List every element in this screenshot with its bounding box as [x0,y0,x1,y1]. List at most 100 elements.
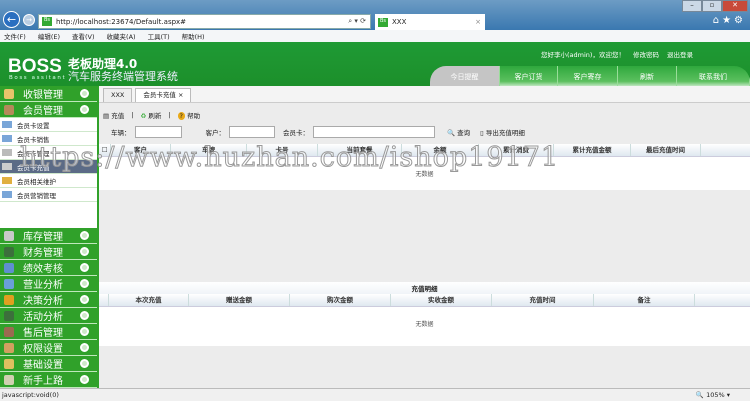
menu-help[interactable]: 帮助(H) [182,31,205,41]
sidebar-item-card-settings[interactable]: 会员卡设置 [0,118,97,132]
zoom-level: 105% [706,391,725,399]
sidebar-group[interactable]: 财务管理 [0,244,97,260]
status-text: javascript:void(0) [2,391,59,399]
tab-close-button[interactable]: × [475,18,481,26]
nav-tab-contact[interactable]: 联系我们 [677,66,750,88]
status-bar: javascript:void(0) 🔍 105% ▾ [0,388,750,401]
select-all-checkbox[interactable]: ☐ [99,144,111,156]
item-label: 会员卡管理 [17,149,50,158]
column-header[interactable]: 余额 [402,144,479,156]
expand-icon [80,375,89,384]
column-header[interactable]: 购次金额 [290,294,391,306]
nav-tab-today[interactable]: 今日提醒 [430,66,500,88]
close-button[interactable]: ✕ [722,0,748,12]
column-header[interactable]: 备注 [594,294,695,306]
sidebar-group[interactable]: 权限设置 [0,340,97,356]
recharge-button[interactable]: ▤ 充值 [103,110,124,120]
sidebar-group-member[interactable]: 会员管理 [0,102,97,118]
customer-input[interactable] [229,126,275,138]
minimize-button[interactable]: – [682,0,702,12]
help-button[interactable]: ? 帮助 [177,110,200,120]
content-tab-xxx[interactable]: XXX [103,88,133,102]
search-refresh-icons[interactable]: ⌕ ▾ ⟳ [348,17,366,26]
item-label: 会员相关维护 [17,177,56,186]
favicon-icon: Bs [378,17,388,27]
menu-tools[interactable]: 工具(T) [148,31,170,41]
home-star-gear-icons[interactable]: ⌂★⚙ [713,15,746,26]
empty-message: 无数据 [415,321,434,328]
change-password-link[interactable]: 修改密码 [633,49,659,59]
menu-view[interactable]: 查看(V) [72,31,95,41]
menu-bar: 文件(F) 编辑(E) 查看(V) 收藏夹(A) 工具(T) 帮助(H) [0,30,750,42]
export-button[interactable]: ▯ 导出充值明细 [480,127,525,137]
card-input[interactable] [313,126,435,138]
menu-favorites[interactable]: 收藏夹(A) [107,31,136,41]
column-header[interactable]: 本次充值 [109,294,189,306]
query-button[interactable]: 🔍 查询 [447,127,470,137]
expand-icon [80,279,89,288]
app-header: BOSS Boss assitant 老板助理4.0 汽车服务终端管理系统 您好… [0,42,750,88]
address-bar[interactable]: Bs http://localhost:23674/Default.aspx# ⌕ … [38,14,371,29]
sidebar-item-member-maintenance[interactable]: 会员相关维护 [0,174,97,188]
column-header[interactable]: 累计消费 [479,144,554,156]
column-header[interactable]: 赠送金额 [189,294,290,306]
welcome-text: 您好李小(admin)，欢迎您！ [541,51,625,59]
empty-message: 无数据 [415,171,434,178]
refresh-icon: ♻ [140,112,147,120]
expand-icon [80,295,89,304]
help-icon: ? [177,112,185,120]
section-title: 充值明细 [99,282,750,294]
sidebar-item-member-marketing[interactable]: 会员营销管理 [0,188,97,202]
sidebar-group[interactable]: 决策分析 [0,292,97,308]
sidebar-item-card-recharge[interactable]: 会员卡充值 [0,160,97,174]
column-header[interactable]: 卡号 [247,144,318,156]
column-header[interactable]: 当前套餐 [318,144,402,156]
column-header[interactable]: 客户 [111,144,171,156]
sidebar-group[interactable]: 售后管理 [0,324,97,340]
content-tab-recharge[interactable]: 会员卡充值 × [135,88,192,102]
column-header[interactable]: 实收金额 [391,294,492,306]
card-icon [2,121,12,128]
card-label: 会员卡： [283,129,309,137]
card-icon [2,191,12,198]
browser-titlebar: ← → Bs http://localhost:23674/Default.asp… [0,0,750,30]
plate-input[interactable] [134,126,182,138]
back-button[interactable]: ← [3,11,20,28]
sidebar-group[interactable]: 基础设置 [0,356,97,372]
column-header[interactable]: 充值时间 [492,294,594,306]
group-label: 财务管理 [23,248,63,259]
nav-tab-refresh[interactable]: 刷新 [618,66,677,88]
sidebar-item-card-sales[interactable]: 会员卡销售 [0,132,97,146]
label: 查询 [457,129,471,137]
card-icon [2,135,12,142]
column-header[interactable]: 车牌 [171,144,247,156]
browser-tab[interactable]: Bs XXX × [375,14,485,30]
sidebar-group[interactable]: 活动分析 [0,308,97,324]
refresh-button[interactable]: ♻ 刷新 [140,110,161,120]
close-icon[interactable]: × [178,91,183,99]
menu-edit[interactable]: 编辑(E) [38,31,60,41]
nav-tab-orders[interactable]: 客户订货 [500,66,558,88]
sidebar-group[interactable]: 绩效考核 [0,260,97,276]
label: 刷新 [148,112,162,120]
item-label: 会员卡设置 [17,121,50,130]
sidebar-group[interactable]: 营业分析 [0,276,97,292]
column-header[interactable]: 最后充值时间 [631,144,701,156]
logout-link[interactable]: 退出登录 [667,49,693,59]
maximize-button[interactable]: ▫ [702,0,722,12]
menu-file[interactable]: 文件(F) [4,31,26,41]
group-label: 营业分析 [23,280,63,291]
zoom-control[interactable]: 🔍 105% ▾ [696,389,730,401]
expand-icon [80,231,89,240]
sidebar-group[interactable]: 库存管理 [0,228,97,244]
forward-button[interactable]: → [23,14,35,26]
sidebar-group[interactable]: 新手上路 [0,372,97,388]
spacer [99,294,109,306]
sidebar-group-cashier[interactable]: 收银管理 [0,86,97,102]
sidebar-item-card-manage[interactable]: 会员卡管理 [0,146,97,160]
nav-tab-storage[interactable]: 客户寄存 [558,66,618,88]
group-label: 售后管理 [23,328,63,339]
user-icon [4,88,14,99]
column-header[interactable]: 累计充值金额 [554,144,631,156]
group-icon [4,262,14,273]
